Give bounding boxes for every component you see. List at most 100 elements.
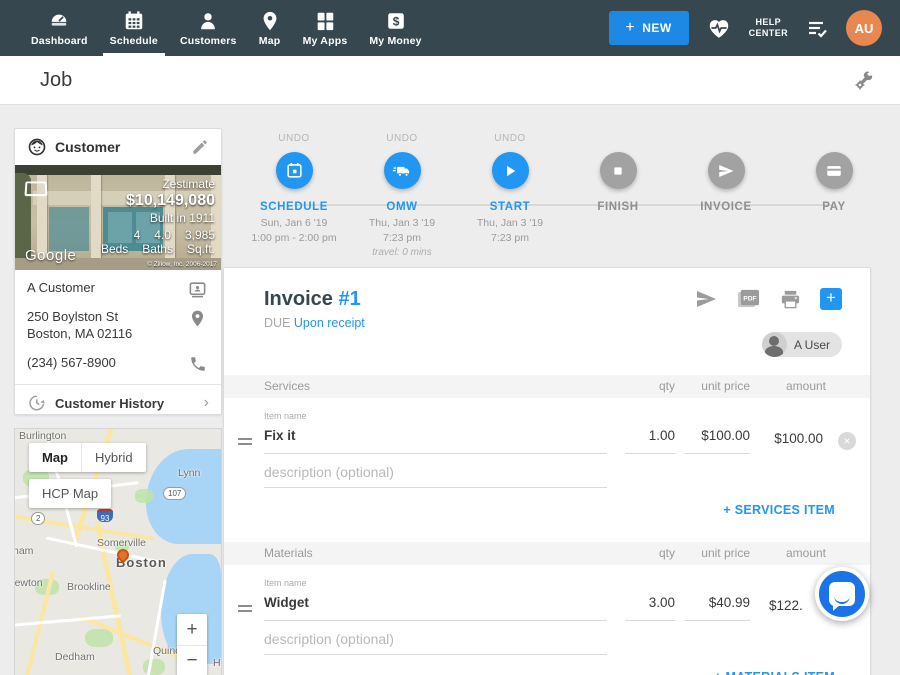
map-button-hybrid[interactable]: Hybrid <box>81 443 146 472</box>
add-materials-item-link[interactable]: + MATERIALS ITEM <box>714 670 835 675</box>
step-date: Thu, Jan 3 '19 7:23 pm <box>477 216 543 246</box>
contact-card-icon[interactable] <box>188 280 207 304</box>
start-step-button[interactable] <box>492 152 529 189</box>
pay-step-button[interactable] <box>816 152 853 189</box>
step-date: Thu, Jan 3 '19 7:23 pm <box>369 216 435 246</box>
drag-handle[interactable] <box>238 438 252 448</box>
assignee-chip[interactable]: A User <box>762 332 842 357</box>
zoom-out-button[interactable]: − <box>177 645 207 675</box>
material-item-name-input[interactable]: Widget <box>264 595 607 621</box>
location-pin-icon[interactable] <box>188 309 207 333</box>
photo-awning <box>15 165 221 175</box>
service-qty-input[interactable]: 1.00 <box>625 428 675 454</box>
chat-fab-button[interactable] <box>815 567 869 621</box>
customer-history-row[interactable]: Customer History › <box>27 385 209 422</box>
send-invoice-icon[interactable] <box>694 287 718 311</box>
step-label: FINISH <box>597 201 638 213</box>
map-label-newton: Newton <box>14 577 43 589</box>
credit-card-icon <box>825 162 843 180</box>
step-label: OMW <box>386 201 417 213</box>
help-center-button[interactable]: HELP CENTER <box>749 17 788 40</box>
invoice-toolbar: PDF + <box>694 287 842 311</box>
omw-step-button[interactable] <box>384 152 421 189</box>
drag-handle[interactable] <box>238 605 252 615</box>
page-title: Job <box>40 69 72 92</box>
history-icon <box>27 394 45 412</box>
mini-map[interactable]: Burlington Lynn 107 2 93 Somerville ham … <box>14 428 222 675</box>
timeline-step-pay: PAY <box>780 133 888 258</box>
new-button[interactable]: + NEW <box>609 11 689 45</box>
streetview-fullscreen-icon[interactable] <box>24 182 47 197</box>
google-logo: Google <box>25 247 76 264</box>
zestimate-label: Zestimate <box>101 177 215 191</box>
nav-item-dashboard[interactable]: Dashboard <box>20 0 99 56</box>
service-description-input[interactable]: description (optional) <box>264 464 607 488</box>
customer-address-row: 250 Boylston St Boston, MA 02116 <box>27 309 209 343</box>
nav-item-my-apps[interactable]: My Apps <box>292 0 359 56</box>
invoice-step-button[interactable] <box>708 152 745 189</box>
material-description-input[interactable]: description (optional) <box>264 631 607 655</box>
map-button-map[interactable]: Map <box>29 443 81 472</box>
property-photo: Zestimate $10,149,080 Built in 1911 4 4.… <box>15 165 221 270</box>
checklist-icon[interactable] <box>805 16 829 40</box>
map-label-waltham: ham <box>14 545 33 557</box>
customer-phone: (234) 567-8900 <box>27 355 209 372</box>
pdf-icon[interactable]: PDF <box>736 288 761 311</box>
finish-step-button[interactable] <box>600 152 637 189</box>
undo-start[interactable]: UNDO <box>494 133 525 147</box>
material-qty-input[interactable]: 3.00 <box>625 595 675 621</box>
amount-column-header: amount <box>786 546 826 560</box>
map-button-hcp[interactable]: HCP Map <box>29 479 111 508</box>
undo-omw[interactable]: UNDO <box>386 133 417 147</box>
apps-grid-icon <box>314 10 336 32</box>
user-avatar[interactable]: AU <box>846 10 882 46</box>
nav-item-customers[interactable]: Customers <box>169 0 248 56</box>
nav-item-schedule[interactable]: Schedule <box>99 0 169 56</box>
material-unit-price-input[interactable]: $40.99 <box>685 595 750 621</box>
built-year: Built in 1911 <box>101 211 215 225</box>
map-label-brookline: Brookline <box>67 581 111 593</box>
due-label: DUE <box>264 316 290 330</box>
step-date: Sun, Jan 6 '19 1:00 pm - 2:00 pm <box>251 216 336 246</box>
customer-card-header: Customer <box>15 129 221 165</box>
map-label-somerville: Somerville <box>97 537 146 549</box>
schedule-step-button[interactable] <box>276 152 313 189</box>
zoom-in-button[interactable]: + <box>177 614 207 645</box>
nav-item-my-money[interactable]: $ My Money <box>358 0 432 56</box>
invoice-title: Invoice #1 <box>264 288 361 311</box>
item-name-label: Item name <box>264 411 307 421</box>
add-services-item-link[interactable]: + SERVICES ITEM <box>723 503 835 517</box>
content-area: Customer Zestimate $10,149,08 <box>0 105 900 675</box>
services-header-bar: Services qty unit price amount <box>224 375 870 398</box>
health-heart-icon[interactable] <box>706 15 732 41</box>
travel-time-note: travel: 0 mins <box>372 247 431 258</box>
services-section-title: Services <box>264 379 310 393</box>
phone-icon[interactable] <box>189 355 207 378</box>
send-icon <box>717 162 735 180</box>
address-line2: Boston, MA 02116 <box>27 326 181 343</box>
due-value-link[interactable]: Upon receipt <box>294 316 365 330</box>
service-unit-price-input[interactable]: $100.00 <box>685 428 750 454</box>
undo-schedule[interactable]: UNDO <box>278 133 309 147</box>
material-amount: $122. <box>769 598 803 613</box>
top-nav: Dashboard Schedule Customers Map My Apps… <box>0 0 900 56</box>
timeline-step-schedule: UNDO SCHEDULE Sun, Jan 6 '19 1:00 pm - 2… <box>240 133 348 258</box>
property-stats-values: 4 4.0 3,985 <box>101 228 215 242</box>
nav-label: Customers <box>180 35 237 47</box>
add-invoice-button[interactable]: + <box>820 288 842 310</box>
nav-label: My Money <box>369 35 421 47</box>
nav-right: + NEW HELP CENTER AU <box>609 0 900 56</box>
remove-service-item-button[interactable]: × <box>838 432 856 450</box>
materials-header-bar: Materials qty unit price amount <box>224 542 870 565</box>
print-icon[interactable] <box>779 288 802 311</box>
nav-label: Dashboard <box>31 35 88 47</box>
zestimate-overlay: Zestimate $10,149,080 Built in 1911 4 4.… <box>101 177 215 256</box>
job-settings-icon[interactable] <box>852 69 876 98</box>
job-timeline: UNDO SCHEDULE Sun, Jan 6 '19 1:00 pm - 2… <box>240 133 892 258</box>
step-label: INVOICE <box>700 201 752 213</box>
customers-icon <box>197 10 219 32</box>
edit-customer-icon[interactable] <box>191 138 209 161</box>
service-item-name-input[interactable]: Fix it <box>264 428 607 454</box>
materials-section-title: Materials <box>264 546 313 560</box>
nav-item-map[interactable]: Map <box>248 0 292 56</box>
